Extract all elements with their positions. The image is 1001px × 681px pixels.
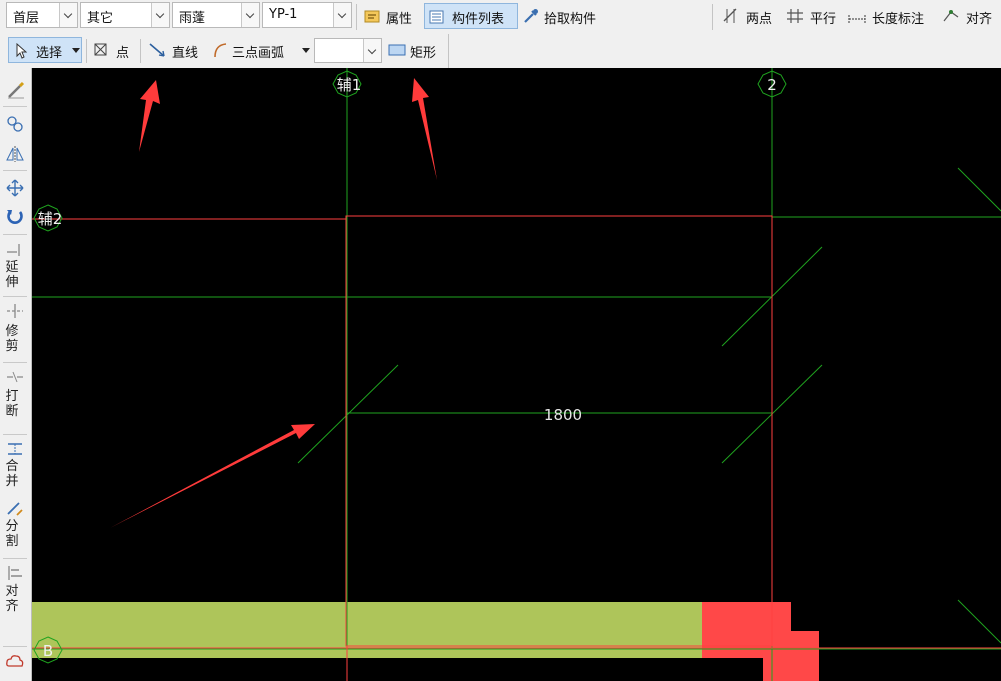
cursor-icon <box>16 43 27 59</box>
rotate-icon[interactable] <box>5 206 25 226</box>
shape-select[interactable] <box>314 38 382 63</box>
toolbar-divider <box>86 39 87 63</box>
axis-label-2: 2 <box>767 76 777 94</box>
mirror-icon[interactable] <box>5 144 25 164</box>
point-button[interactable]: 点 <box>90 37 136 63</box>
chevron-down-icon <box>59 3 77 27</box>
extend-icon <box>7 244 20 256</box>
properties-icon <box>364 10 380 23</box>
drawing-canvas[interactable]: 辅1 2 辅2 B 1800 <box>32 68 1001 681</box>
top-toolbar: 首层 其它 雨蓬 YP-1 属性 构件列表 拾取构件 两点 平行 长度标注 对齐 <box>0 0 1001 35</box>
toolbar-divider <box>140 39 141 63</box>
properties-button[interactable]: 属性 <box>360 3 422 29</box>
eyedropper-icon <box>524 9 538 23</box>
caret-down-icon <box>302 48 310 53</box>
chevron-down-icon <box>151 3 169 27</box>
parallel-icon <box>787 9 803 23</box>
split-icon <box>7 502 23 516</box>
align-dimension-icon <box>943 10 959 22</box>
pick-component-button[interactable]: 拾取构件 <box>520 3 610 29</box>
parallel-button[interactable]: 平行 <box>784 3 844 29</box>
slab-element[interactable] <box>32 602 702 658</box>
caret-down-icon <box>72 48 80 53</box>
trim-icon <box>7 304 23 318</box>
merge-icon <box>8 443 22 455</box>
dimension-text: 1800 <box>544 406 582 424</box>
arc-button[interactable]: 三点画弧 <box>210 37 312 63</box>
dimension-icon <box>848 15 866 23</box>
align-icon <box>8 566 22 580</box>
select-button[interactable]: 选择 <box>8 37 82 63</box>
brush-icon[interactable] <box>6 80 26 100</box>
rectangle-icon <box>388 44 406 56</box>
axis-label-aux1: 辅1 <box>337 76 362 94</box>
chevron-down-icon <box>363 39 381 62</box>
arc-icon <box>214 43 227 58</box>
left-toolbar: 延 伸 修 剪 打 断 合 并 分 割 对 齐 <box>0 68 32 681</box>
two-points-icon <box>723 8 737 23</box>
floor-select[interactable]: 首层 <box>6 2 78 28</box>
length-dimension-button[interactable]: 长度标注 <box>846 3 938 29</box>
copy-icon[interactable] <box>5 114 25 134</box>
chevron-down-icon <box>241 3 259 27</box>
canvas-background <box>32 68 1001 681</box>
move-icon[interactable] <box>5 178 25 198</box>
align-button[interactable]: 对齐 <box>940 3 1001 29</box>
draw-toolbar: 选择 点 直线 三点画弧 矩形 <box>0 34 1001 69</box>
line-button[interactable]: 直线 <box>144 37 206 63</box>
axis-label-aux2: 辅2 <box>38 210 63 228</box>
point-icon <box>94 43 107 56</box>
line-icon <box>149 43 165 57</box>
break-icon <box>7 371 23 383</box>
chevron-down-icon <box>333 3 351 27</box>
component-list-button[interactable]: 构件列表 <box>424 3 518 29</box>
two-points-button[interactable]: 两点 <box>720 3 780 29</box>
toolbar-divider <box>356 4 357 30</box>
type-select[interactable]: 其它 <box>80 2 170 28</box>
toolbar-divider <box>448 34 449 68</box>
toolbar-divider <box>712 4 713 30</box>
component-select[interactable]: 雨蓬 <box>172 2 260 28</box>
cloud-icon[interactable] <box>5 652 25 670</box>
rectangle-button[interactable]: 矩形 <box>386 37 446 63</box>
axis-label-b: B <box>43 642 53 660</box>
list-icon <box>429 10 444 24</box>
item-select[interactable]: YP-1 <box>262 2 352 28</box>
